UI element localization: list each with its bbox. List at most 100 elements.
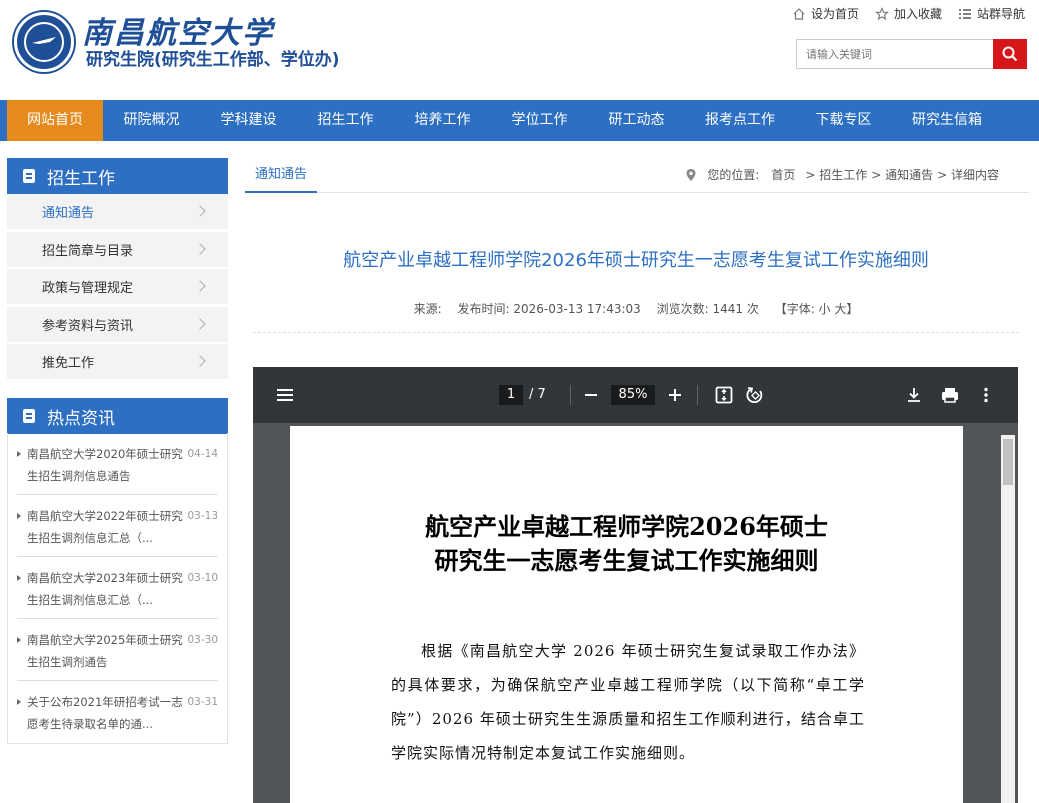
nav-item-mailbox[interactable]: 研究生信箱 xyxy=(892,100,1002,141)
bullet-triangle-icon xyxy=(17,451,21,457)
sidebar-item-brochure[interactable]: 招生简章与目录 xyxy=(7,231,228,267)
pdf-viewer: 1 / 7 85% 航空产业卓越工程师学院2026年硕士 研究生一志愿考生复试工… xyxy=(253,367,1018,803)
hot-news-date: 03-31 xyxy=(187,696,218,708)
hot-news-date: 03-13 xyxy=(187,510,218,522)
sidebar-item-label: 参考资料与资讯 xyxy=(42,318,134,334)
sidebar-item-recommendation[interactable]: 推免工作 xyxy=(7,344,228,379)
search-box xyxy=(796,39,1027,69)
bullet-triangle-icon xyxy=(17,513,21,519)
breadcrumb: 您的位置: 首页 > 招生工作 > 通知通告 > 详细内容 xyxy=(685,157,1003,193)
breadcrumb-home[interactable]: 首页 xyxy=(771,157,795,193)
pdf-page[interactable]: 航空产业卓越工程师学院2026年硕士 研究生一志愿考生复试工作实施细则 根据《南… xyxy=(290,426,963,803)
nav-item-overview[interactable]: 研院概况 xyxy=(103,100,200,141)
hot-news-title: 热点资讯 xyxy=(47,408,115,429)
search-input[interactable] xyxy=(796,39,994,69)
hot-news-list: 南昌航空大学2020年硕士研究生招生调剂信息通告 04-14 南昌航空大学202… xyxy=(7,433,228,744)
nav-item-student-affairs[interactable]: 研工动态 xyxy=(588,100,685,141)
tab-notices[interactable]: 通知通告 xyxy=(245,157,317,193)
nav-item-home[interactable]: 网站首页 xyxy=(7,100,103,141)
page-total: / 7 xyxy=(529,387,546,402)
bullet-triangle-icon xyxy=(17,699,21,705)
site-header: 南昌航空大学 研究生院(研究生工作部、学位办) 设为首页 加入收藏 站群导航 xyxy=(0,0,1039,100)
hot-news-link[interactable]: 南昌航空大学2025年硕士研究生招生调剂通告 xyxy=(27,629,189,673)
department-name: 研究生院(研究生工作部、学位办) xyxy=(86,50,340,70)
pdf-body-text: 根据《南昌航空大学 2026 年硕士研究生复试录取工作办法》的具体要求，为确保航… xyxy=(391,642,865,762)
sidebar-item-label: 通知通告 xyxy=(42,206,95,221)
nav-item-downloads[interactable]: 下载专区 xyxy=(795,100,892,141)
page-number-input[interactable]: 1 xyxy=(499,385,523,405)
print-icon[interactable] xyxy=(940,385,960,405)
download-icon[interactable] xyxy=(904,385,924,405)
article-meta: 来源: 发布时间: 2026-03-13 17:43:03 浏览次数: 1441… xyxy=(253,300,1019,317)
star-icon xyxy=(875,6,889,20)
sidebar-item-policies[interactable]: 政策与管理规定 xyxy=(7,269,228,304)
bullet-triangle-icon xyxy=(17,575,21,581)
divider xyxy=(253,332,1019,333)
font-size-toggle[interactable]: 【字体: 小 大】 xyxy=(775,302,859,316)
zoom-out-icon[interactable] xyxy=(581,385,601,405)
sidebar-section-title: 招生工作 xyxy=(47,168,115,189)
sidebar-item-references[interactable]: 参考资料与资讯 xyxy=(7,306,228,342)
more-options-icon[interactable] xyxy=(976,385,996,405)
list-item[interactable]: 南昌航空大学2023年硕士研究生招生调剂信息汇总（... 03-10 xyxy=(17,567,218,619)
list-item[interactable]: 南昌航空大学2025年硕士研究生招生调剂通告 03-30 xyxy=(17,629,218,681)
hot-news-date: 03-10 xyxy=(187,572,218,584)
breadcrumb-notices[interactable]: > 通知通告 xyxy=(871,157,933,193)
content-tab-bar: 通知通告 您的位置: 首页 > 招生工作 > 通知通告 > 详细内容 xyxy=(245,157,1029,193)
document-icon xyxy=(23,169,35,183)
breadcrumb-prefix: 您的位置: xyxy=(707,168,760,182)
hot-news-header: 热点资讯 xyxy=(7,398,228,434)
university-seal-logo[interactable] xyxy=(14,12,74,72)
chevron-right-icon xyxy=(194,280,206,292)
bullet-triangle-icon xyxy=(17,637,21,643)
home-icon xyxy=(793,7,805,20)
hot-news-link[interactable]: 南昌航空大学2023年硕士研究生招生调剂信息汇总（... xyxy=(27,567,189,611)
rotate-icon[interactable] xyxy=(745,385,765,405)
article-view-count: 浏览次数: 1441 次 xyxy=(656,302,759,316)
scrollbar-thumb[interactable] xyxy=(1003,439,1013,485)
add-favorite-link[interactable]: 加入收藏 xyxy=(875,5,942,22)
breadcrumb-admissions[interactable]: > 招生工作 xyxy=(805,157,867,193)
breadcrumb-detail: > 详细内容 xyxy=(937,168,999,182)
sidebar-item-notices[interactable]: 通知通告 xyxy=(7,194,228,229)
toolbar-divider xyxy=(570,385,571,405)
set-homepage-label: 设为首页 xyxy=(810,7,859,21)
article-publish-time: 发布时间: 2026-03-13 17:43:03 xyxy=(457,302,641,316)
hot-news-link[interactable]: 关于公布2021年研招考试一志愿考生待录取名单的通... xyxy=(27,691,189,735)
zoom-in-icon[interactable] xyxy=(665,385,685,405)
main-nav: 网站首页 研院概况 学科建设 招生工作 培养工作 学位工作 研工动态 报考点工作… xyxy=(0,100,1039,141)
chevron-right-icon xyxy=(194,205,206,217)
nav-item-disciplines[interactable]: 学科建设 xyxy=(200,100,297,141)
pdf-title-line-2: 研究生一志愿考生复试工作实施细则 xyxy=(434,546,819,575)
hot-news-date: 03-30 xyxy=(187,634,218,646)
sidebar-menu: 通知通告 招生简章与目录 政策与管理规定 参考资料与资讯 推免工作 xyxy=(7,194,228,382)
zoom-level-input[interactable]: 85% xyxy=(611,385,655,405)
hot-news-date: 04-14 xyxy=(187,448,218,460)
pdf-title-line-1: 航空产业卓越工程师学院2026年硕士 xyxy=(425,512,828,541)
sidebar-item-label: 招生简章与目录 xyxy=(42,243,134,259)
set-homepage-link[interactable]: 设为首页 xyxy=(792,5,859,22)
nav-item-degree[interactable]: 学位工作 xyxy=(491,100,588,141)
chevron-right-icon xyxy=(194,242,206,255)
article-source: 来源: xyxy=(413,302,442,316)
site-group-nav-link[interactable]: 站群导航 xyxy=(958,5,1025,22)
location-pin-icon xyxy=(686,169,696,181)
document-icon xyxy=(23,409,35,423)
list-item[interactable]: 南昌航空大学2022年硕士研究生招生调剂信息汇总（... 03-13 xyxy=(17,505,218,557)
hot-news-link[interactable]: 南昌航空大学2020年硕士研究生招生调剂信息通告 xyxy=(27,443,189,487)
pdf-toolbar: 1 / 7 85% xyxy=(253,367,1018,423)
chevron-right-icon xyxy=(194,355,206,367)
menu-icon[interactable] xyxy=(275,385,295,405)
add-favorite-label: 加入收藏 xyxy=(893,7,942,21)
nav-item-admissions[interactable]: 招生工作 xyxy=(297,100,394,141)
list-item[interactable]: 关于公布2021年研招考试一志愿考生待录取名单的通... 03-31 xyxy=(17,691,218,737)
list-item[interactable]: 南昌航空大学2020年硕士研究生招生调剂信息通告 04-14 xyxy=(17,443,218,495)
nav-item-training[interactable]: 培养工作 xyxy=(394,100,491,141)
pdf-scrollbar[interactable] xyxy=(1001,435,1015,803)
nav-item-exam-site[interactable]: 报考点工作 xyxy=(685,100,795,141)
hot-news-link[interactable]: 南昌航空大学2022年硕士研究生招生调剂信息汇总（... xyxy=(27,505,189,549)
search-button[interactable] xyxy=(993,39,1027,69)
site-group-nav-label: 站群导航 xyxy=(976,7,1025,21)
fit-page-icon[interactable] xyxy=(714,385,734,405)
sidebar-section-header: 招生工作 xyxy=(7,158,228,194)
